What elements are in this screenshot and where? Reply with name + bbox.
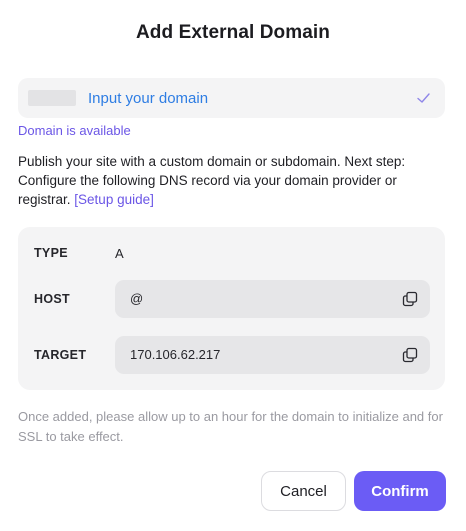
ssl-note: Once added, please allow up to an hour f… bbox=[18, 409, 443, 444]
host-field: @ bbox=[115, 280, 430, 318]
description-text: Publish your site with a custom domain o… bbox=[18, 152, 450, 209]
check-icon bbox=[417, 93, 430, 103]
target-label: TARGET bbox=[34, 348, 87, 362]
domain-input-container[interactable] bbox=[18, 78, 445, 118]
target-field: 170.106.62.217 bbox=[115, 336, 430, 374]
host-value: @ bbox=[130, 291, 144, 306]
type-value: A bbox=[115, 246, 124, 261]
copy-icon[interactable] bbox=[402, 291, 418, 307]
setup-guide-link[interactable]: [Setup guide] bbox=[74, 192, 154, 207]
confirm-button[interactable]: Confirm bbox=[354, 471, 446, 511]
host-label: HOST bbox=[34, 292, 70, 306]
domain-input[interactable] bbox=[84, 78, 412, 118]
add-domain-dialog: Add External Domain Domain is available … bbox=[0, 0, 466, 531]
dns-record-card: TYPE A HOST @ TARGET 170.106.62.217 bbox=[18, 227, 445, 390]
dialog-title: Add External Domain bbox=[135, 22, 331, 43]
cancel-button[interactable]: Cancel bbox=[261, 471, 346, 511]
type-label: TYPE bbox=[34, 246, 68, 260]
domain-prefix-placeholder bbox=[28, 90, 76, 106]
domain-available-status: Domain is available bbox=[18, 123, 131, 138]
target-value: 170.106.62.217 bbox=[130, 347, 221, 362]
copy-icon[interactable] bbox=[402, 347, 418, 363]
